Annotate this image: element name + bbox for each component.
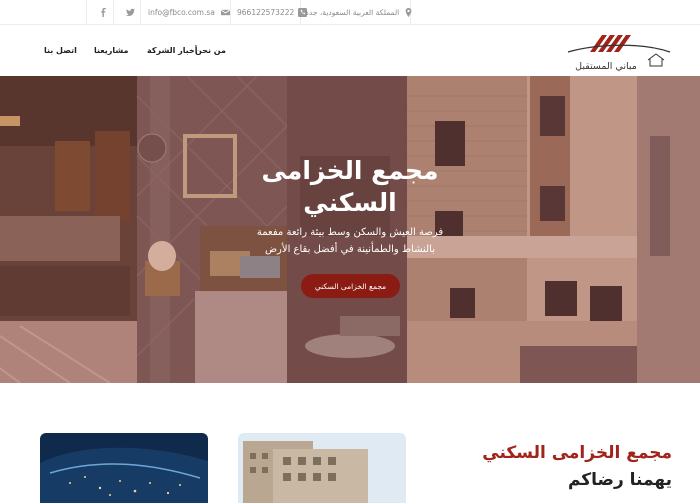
nav-contact[interactable]: اتصل بنا (44, 46, 77, 55)
map-marker-icon (404, 8, 413, 17)
email-text: info@fbco.com.sa (148, 8, 215, 17)
phone-contact[interactable]: 966122573222 (237, 0, 308, 25)
building-image (238, 433, 406, 503)
hero-cta-button[interactable]: مجمع الخزامى السكني (301, 274, 400, 298)
nav-projects[interactable]: مشاريعنا (94, 46, 129, 55)
section-title: مجمع الخزامى السكني (482, 443, 672, 463)
logo-text: مباني المستقبل (575, 61, 637, 72)
section-subtitle: يهمنا رضاكم (567, 470, 672, 490)
envelope-icon (220, 8, 230, 17)
divider (113, 0, 114, 25)
facebook-link[interactable] (95, 0, 108, 25)
top-bar: info@fbco.com.sa 966122573222 المملكة ال… (0, 0, 700, 25)
hero-banner: مجمع الخزامى السكني فرصة العيش والسكن وس… (0, 76, 700, 383)
city-image-card[interactable] (40, 433, 208, 503)
divider (86, 0, 87, 25)
address: المملكة العربية السعودية، جدة (305, 0, 413, 25)
nav-about[interactable]: من نحن (195, 46, 226, 55)
logo-mark (590, 35, 631, 52)
hero-title-line1: مجمع الخزامى (261, 156, 439, 185)
phone-text: 966122573222 (237, 8, 295, 17)
hero-title-line2: السكني (303, 188, 397, 217)
intro-section: مجمع الخزامى السكني يهمنا رضاكم (0, 383, 700, 503)
divider (140, 0, 141, 25)
hero-subtitle-line2: بالنشاط والطمأنينة في أفضل بقاع الأرض (264, 244, 436, 255)
facebook-icon (99, 8, 108, 17)
company-logo[interactable]: مباني المستقبل (566, 30, 674, 74)
twitter-link[interactable] (122, 0, 135, 25)
address-text: المملكة العربية السعودية، جدة (305, 8, 400, 17)
city-night-image (40, 433, 208, 503)
main-header: اتصل بنا مشاريعنا أخبار الشركة من نحن مب… (0, 25, 700, 76)
email-contact[interactable]: info@fbco.com.sa (148, 0, 230, 25)
twitter-icon (126, 8, 135, 17)
divider (230, 0, 231, 25)
hero-subtitle-line1: فرصة العيش والسكن وسط بيئة رائعة مفعمة (256, 227, 444, 238)
nav-news[interactable]: أخبار الشركة (147, 46, 198, 55)
building-image-card[interactable] (238, 433, 406, 503)
